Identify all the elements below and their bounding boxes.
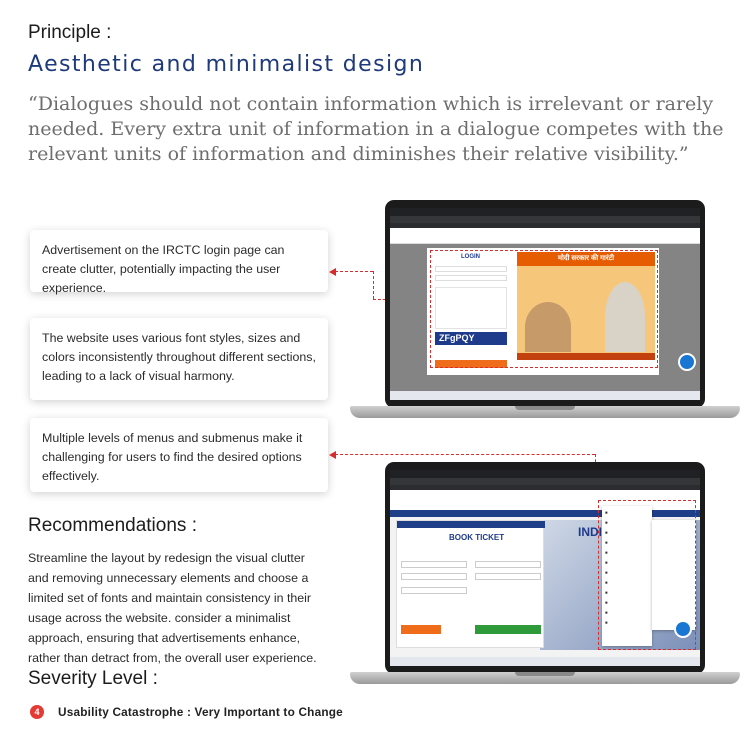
issue-card-advertisement: Advertisement on the IRCTC login page ca…: [30, 230, 328, 295]
booking-panel: BOOK TICKET: [396, 520, 545, 648]
search-button[interactable]: [401, 625, 441, 634]
connector-line-3a: [335, 454, 595, 455]
recommendations-body: Streamline the layout by redesign the vi…: [28, 551, 317, 665]
principle-title: Aesthetic and minimalist design: [28, 52, 425, 77]
laptop-screenshot-home: INDIA BOOK TICKET ■ ■ ■ ■ ■ ■ ■ ■ ■ ■ ■ …: [350, 462, 740, 690]
browser-url-bar: [390, 216, 700, 223]
issue-text: Multiple levels of menus and submenus ma…: [42, 431, 303, 483]
laptop-notch: [515, 406, 575, 410]
easy-booking-button[interactable]: [475, 625, 541, 634]
site-header: [390, 228, 700, 244]
severity-row: 4 Usability Catastrophe : Very Important…: [30, 705, 343, 719]
connector-arrow-1: [329, 268, 336, 276]
laptop-screenshot-login: LOGIN ZFgPQY मोदी सरकार की गारंटी: [350, 200, 740, 420]
severity-title: Severity Level :: [28, 668, 158, 689]
recommendations-title: Recommendations :: [28, 515, 197, 536]
book-ticket-heading: BOOK TICKET: [449, 533, 505, 542]
browser-url-bar: [390, 478, 700, 485]
class-select[interactable]: [475, 573, 541, 580]
principle-label: Principle :: [28, 22, 112, 43]
connector-arrow-3: [329, 451, 336, 459]
highlight-advertisement: [430, 250, 658, 368]
issue-card-fonts: The website uses various font styles, si…: [30, 318, 328, 400]
severity-badge: 4: [30, 705, 44, 719]
from-station-input[interactable]: [401, 561, 467, 568]
laptop-notch: [515, 672, 575, 676]
browser-tabs: [390, 208, 700, 216]
issue-text: The website uses various font styles, si…: [42, 331, 316, 383]
to-station-input[interactable]: [401, 573, 467, 580]
windows-taskbar: [390, 657, 700, 666]
issue-card-menus: Multiple levels of menus and submenus ma…: [30, 418, 328, 492]
booking-tabs: [397, 521, 545, 528]
date-input[interactable]: [475, 561, 541, 568]
quota-select[interactable]: [401, 587, 467, 594]
issue-text: Advertisement on the IRCTC login page ca…: [42, 243, 285, 295]
severity-text: Usability Catastrophe : Very Important t…: [58, 705, 343, 719]
chatbot-mascot-icon[interactable]: [678, 353, 696, 371]
principle-quote: “Dialogues should not contain informatio…: [28, 93, 724, 165]
highlight-menus: [598, 500, 696, 650]
windows-taskbar: [390, 391, 700, 400]
browser-tabs: [390, 470, 700, 478]
